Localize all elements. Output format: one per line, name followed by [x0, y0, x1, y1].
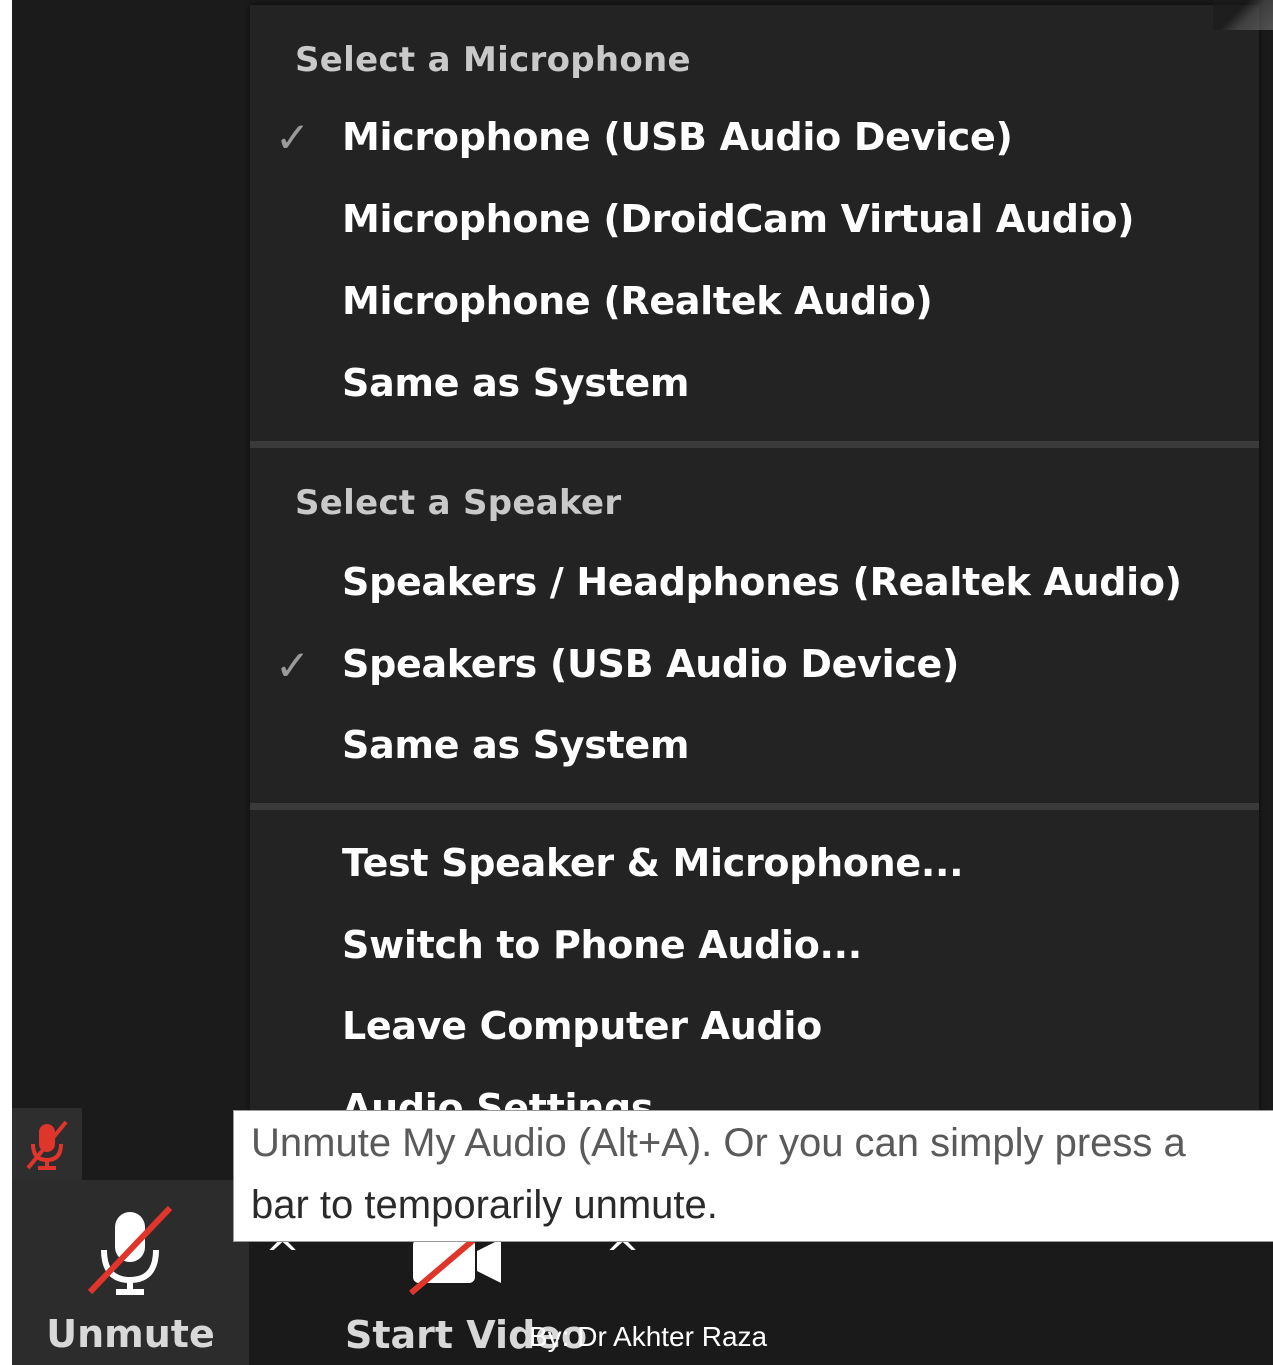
menu-item-switch-phone-audio[interactable]: Switch to Phone Audio...: [342, 923, 862, 967]
select-microphone-header: Select a Microphone: [295, 40, 691, 80]
menu-item-speaker-usb[interactable]: Speakers (USB Audio Device): [342, 642, 959, 686]
tooltip-text-line1: Unmute My Audio (Alt+A). Or you can simp…: [251, 1121, 1186, 1165]
speaker-usb-check-icon: ✓: [275, 641, 311, 690]
menu-item-mic-realtek[interactable]: Microphone (Realtek Audio): [342, 279, 933, 323]
menu-item-leave-computer-audio[interactable]: Leave Computer Audio: [342, 1004, 822, 1048]
credit-watermark: By: Dr Akhter Raza: [529, 1321, 768, 1352]
select-speaker-header: Select a Speaker: [295, 483, 622, 523]
unmute-label: Unmute: [46, 1312, 215, 1356]
menu-item-mic-droidcam[interactable]: Microphone (DroidCam Virtual Audio): [342, 197, 1135, 241]
unmute-tooltip: Unmute My Audio (Alt+A). Or you can simp…: [233, 1110, 1273, 1242]
unmute-button[interactable]: Unmute: [12, 1180, 249, 1365]
menu-divider: [250, 803, 1259, 810]
tooltip-text-line2: bar to temporarily unmute.: [251, 1183, 718, 1227]
menu-item-speaker-realtek[interactable]: Speakers / Headphones (Realtek Audio): [342, 560, 1182, 604]
audio-status-tile: [12, 1108, 82, 1180]
window-corner: [1213, 0, 1273, 30]
menu-item-test-speaker-mic[interactable]: Test Speaker & Microphone...: [342, 841, 964, 885]
menu-divider: [250, 441, 1259, 448]
menu-item-speaker-same-as-system[interactable]: Same as System: [342, 723, 690, 767]
video-off-icon[interactable]: [407, 1235, 507, 1295]
muted-mic-icon: [26, 1120, 68, 1170]
muted-mic-icon: [87, 1205, 173, 1295]
menu-item-mic-same-as-system[interactable]: Same as System: [342, 361, 690, 405]
audio-options-menu: Select a Microphone ✓ Microphone (USB Au…: [250, 0, 1273, 1130]
menu-item-mic-usb[interactable]: Microphone (USB Audio Device): [342, 115, 1013, 159]
mic-usb-check-icon: ✓: [275, 113, 311, 162]
